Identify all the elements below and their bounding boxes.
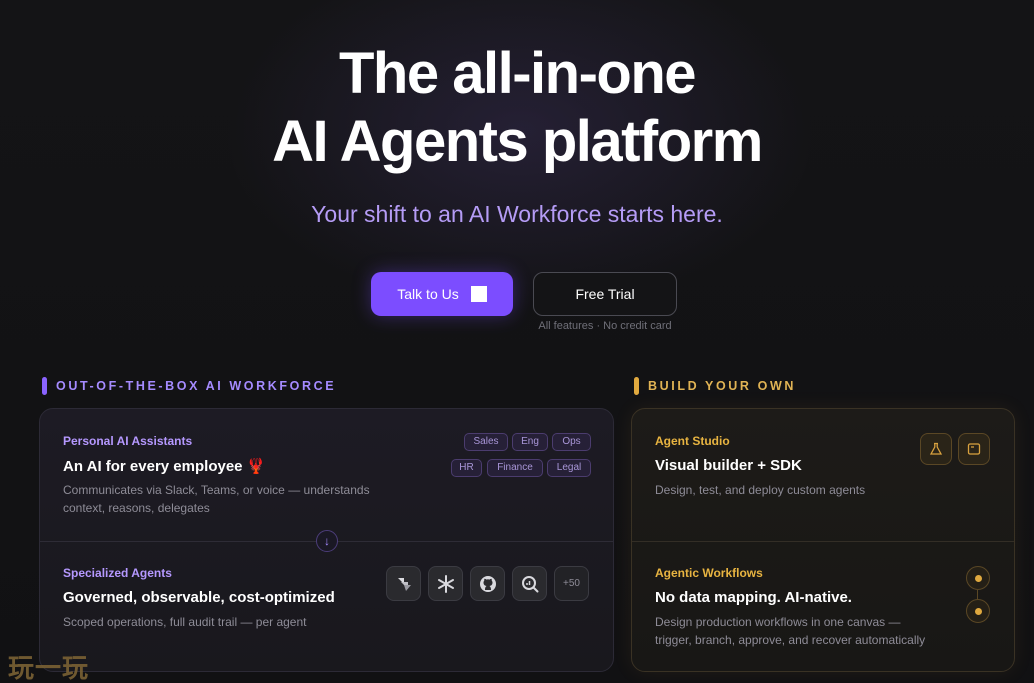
- row-title: No data mapping. AI-native.: [655, 589, 852, 606]
- row-kicker: Specialized Agents: [63, 566, 172, 580]
- search-analytics-logo-icon: [512, 566, 547, 601]
- row-title: An AI for every employee 🦞: [63, 458, 266, 475]
- section-accent-bar: [42, 377, 47, 395]
- workforce-card: Personal AI Assistants An AI for every e…: [39, 408, 614, 672]
- free-trial-button[interactable]: Free Trial: [533, 272, 677, 316]
- trial-note: All features · No credit card: [538, 320, 672, 332]
- row-title: Governed, observable, cost-optimized: [63, 589, 335, 606]
- tag-ops: Ops: [552, 433, 591, 451]
- section-label-build: BUILD YOUR OWN: [634, 377, 796, 395]
- section-label-text: BUILD YOUR OWN: [648, 379, 796, 393]
- tag-finance: Finance: [487, 459, 543, 477]
- row-kicker: Agent Studio: [655, 434, 730, 448]
- talk-to-us-label: Talk to Us: [397, 286, 459, 302]
- row-description-line: trigger, branch, approve, and recover au…: [655, 633, 926, 647]
- free-trial-label: Free Trial: [575, 286, 635, 302]
- square-icon: [470, 286, 487, 302]
- personal-assistants-row[interactable]: Personal AI Assistants An AI for every e…: [40, 409, 613, 541]
- window-icon: [958, 433, 990, 465]
- agentic-workflows-row[interactable]: Agentic Workflows No data mapping. AI-na…: [632, 542, 1014, 671]
- agent-studio-row[interactable]: Agent Studio Visual builder + SDK Design…: [632, 409, 1014, 541]
- section-label-workforce: OUT-OF-THE-BOX AI WORKFORCE: [42, 377, 336, 395]
- watermark-logo: 玩一玩: [8, 654, 90, 683]
- row-title: Visual builder + SDK: [655, 457, 802, 474]
- hero-title-line1: The all-in-one: [339, 41, 697, 106]
- github-logo-icon: [470, 566, 505, 601]
- build-card: Agent Studio Visual builder + SDK Design…: [631, 408, 1015, 672]
- jira-logo-icon: [386, 566, 421, 601]
- flask-icon: [920, 433, 952, 465]
- row-description-line: context, reasons, delegates: [63, 501, 210, 515]
- row-kicker: Personal AI Assistants: [63, 434, 193, 448]
- hero-subtitle: Your shift to an AI Workforce starts her…: [311, 201, 723, 227]
- section-label-text: OUT-OF-THE-BOX AI WORKFORCE: [56, 379, 337, 393]
- row-description-line: Design production workflows in one canva…: [655, 615, 901, 629]
- row-description-line: Communicates via Slack, Teams, or voice …: [63, 483, 370, 497]
- tag-legal: Legal: [547, 459, 591, 477]
- workflow-node-icon: [966, 599, 990, 623]
- section-accent-bar: [634, 377, 639, 395]
- hero-title: The all-in-one AI Agents platform: [0, 40, 1034, 176]
- tag-hr: HR: [451, 459, 482, 477]
- row-description: Design, test, and deploy custom agents: [655, 483, 866, 497]
- row-description: Scoped operations, full audit trail — pe…: [63, 615, 307, 629]
- row-description: Communicates via Slack, Teams, or voice …: [63, 481, 370, 517]
- hero-title-line2: AI Agents platform: [272, 109, 763, 174]
- specialized-agents-row[interactable]: Specialized Agents Governed, observable,…: [40, 542, 613, 671]
- more-integrations-badge[interactable]: +50: [554, 566, 589, 601]
- tag-sales: Sales: [464, 433, 508, 451]
- row-kicker: Agentic Workflows: [655, 566, 763, 580]
- talk-to-us-button[interactable]: Talk to Us: [371, 272, 513, 316]
- snowflake-logo-icon: [428, 566, 463, 601]
- tag-eng: Eng: [512, 433, 548, 451]
- row-description: Design production workflows in one canva…: [655, 613, 925, 649]
- workflow-node-icon: [966, 566, 990, 590]
- landing-page: The all-in-one AI Agents platform Your s…: [0, 0, 1034, 683]
